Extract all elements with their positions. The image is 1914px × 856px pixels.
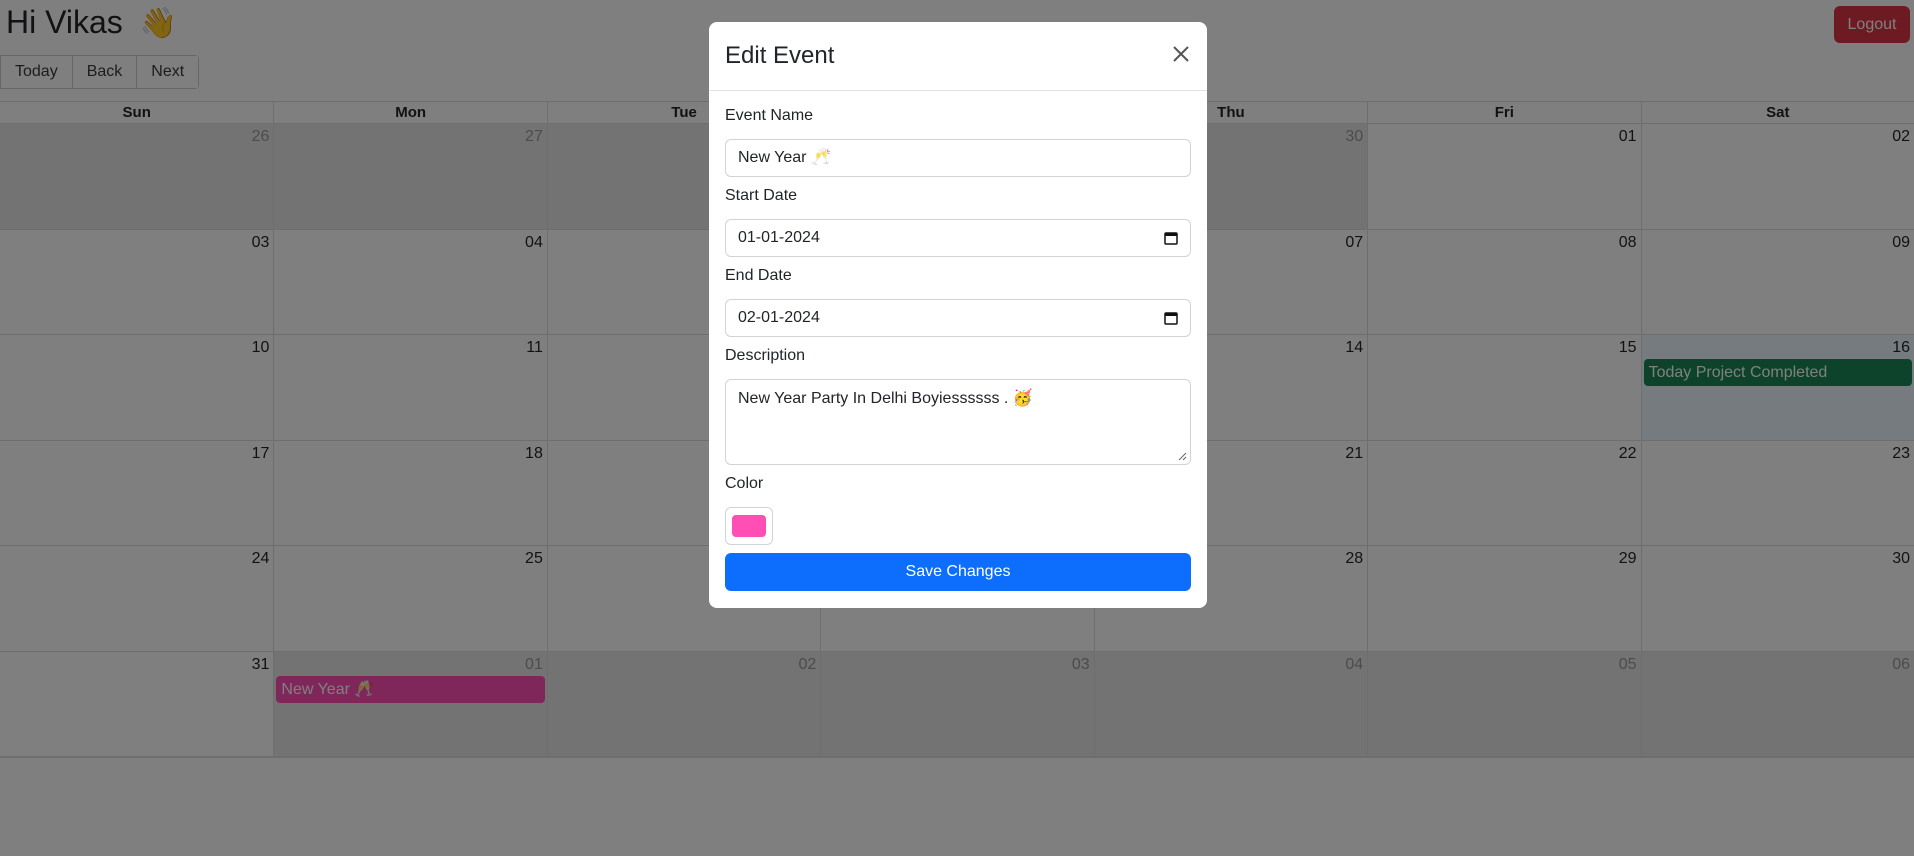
- end-date-input[interactable]: 02-01-2024: [725, 299, 1191, 337]
- start-date-input[interactable]: 01-01-2024: [725, 219, 1191, 257]
- close-icon: [1173, 46, 1189, 62]
- edit-event-modal: Edit Event Event Name New Year 🥂 Start D…: [709, 22, 1207, 608]
- color-label: Color: [725, 475, 764, 492]
- start-date-label: Start Date: [725, 187, 798, 204]
- start-date-value: 01-01-2024: [738, 229, 820, 246]
- end-date-value: 02-01-2024: [738, 309, 820, 326]
- calendar-icon[interactable]: [1164, 231, 1178, 245]
- modal-header: Edit Event: [709, 22, 1207, 91]
- event-name-input[interactable]: New Year 🥂: [725, 139, 1191, 177]
- calendar-icon[interactable]: [1164, 311, 1178, 325]
- resize-grip-icon[interactable]: [1178, 452, 1187, 461]
- save-changes-button[interactable]: Save Changes: [725, 553, 1191, 591]
- description-value: New Year Party In Delhi Boyiessssss . 🥳: [738, 390, 1033, 407]
- description-label: Description: [725, 347, 806, 364]
- description-textarea[interactable]: New Year Party In Delhi Boyiessssss . 🥳: [725, 379, 1191, 465]
- color-picker[interactable]: [725, 507, 773, 545]
- modal-title: Edit Event: [725, 42, 835, 69]
- event-name-value: New Year 🥂: [738, 149, 831, 166]
- end-date-label: End Date: [725, 267, 792, 284]
- close-button[interactable]: [1169, 42, 1193, 66]
- event-name-label: Event Name: [725, 107, 814, 124]
- color-swatch: [732, 515, 766, 537]
